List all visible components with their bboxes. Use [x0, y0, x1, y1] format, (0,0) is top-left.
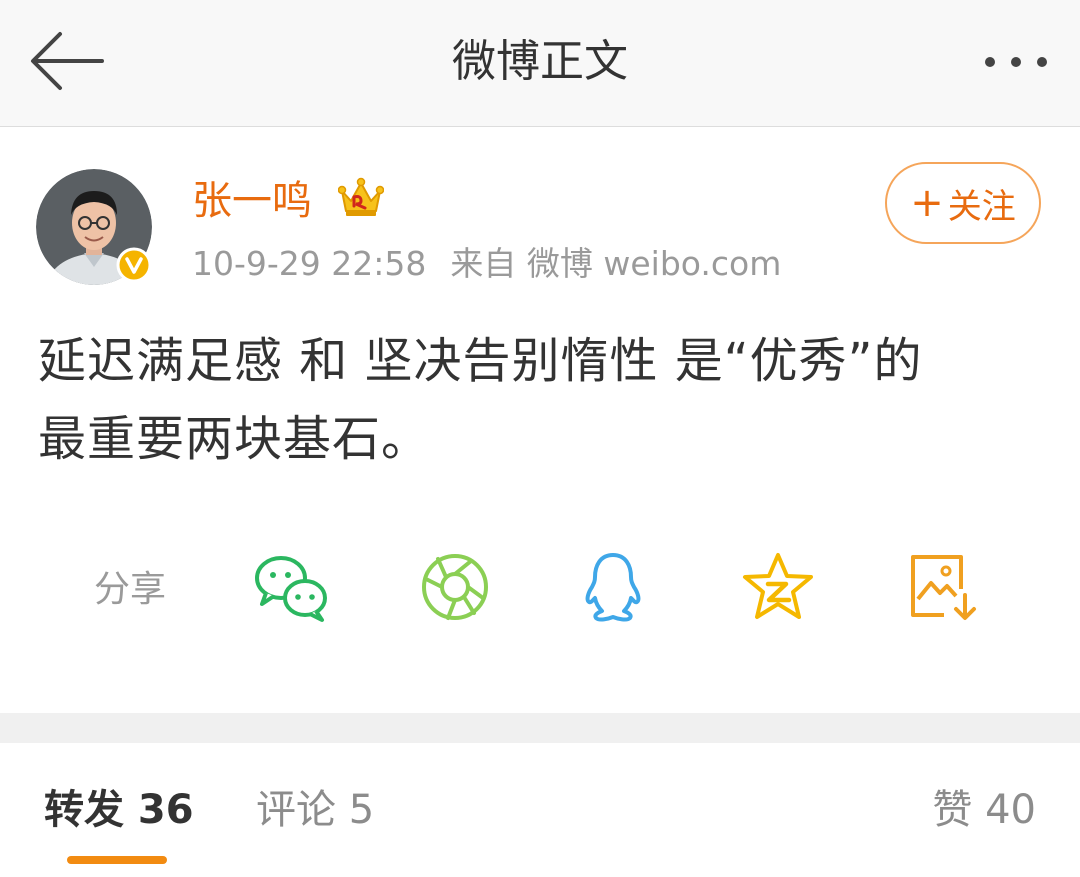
- share-label: 分享: [94, 569, 167, 610]
- save-image-button[interactable]: [904, 551, 982, 623]
- post-timestamp: 10-9-29 22:58: [192, 244, 427, 283]
- author-name[interactable]: 张一鸣: [192, 176, 312, 226]
- post-text: 延迟满足感 和 坚决告别惰性 是“优秀”的最重要两块基石。: [38, 333, 923, 467]
- plus-icon: +: [910, 180, 944, 226]
- more-button[interactable]: [980, 48, 1052, 76]
- avatar[interactable]: [36, 169, 152, 285]
- follow-label: 关注: [947, 186, 1016, 227]
- more-dots-icon: [985, 57, 1047, 67]
- share-moments-button[interactable]: [416, 551, 494, 623]
- share-qzone-button[interactable]: [739, 551, 817, 623]
- page-title: 微博正文: [452, 36, 628, 87]
- wechat-icon: [255, 556, 327, 622]
- moments-icon: [422, 554, 488, 620]
- qzone-icon: [743, 553, 813, 619]
- active-tab-indicator: [67, 856, 167, 864]
- crown-icon: [338, 177, 384, 216]
- top-navigation-bar: 微博正文: [0, 0, 1080, 127]
- verified-v-icon: [116, 247, 152, 283]
- tab-like[interactable]: 赞 40: [932, 784, 1036, 836]
- follow-button[interactable]: + 关注: [885, 162, 1041, 244]
- share-qq-button[interactable]: [574, 551, 652, 623]
- share-wechat-button[interactable]: [252, 551, 330, 623]
- post-meta: 10-9-29 22:58 来自 微博 weibo.com: [192, 242, 781, 286]
- section-divider: [0, 713, 1080, 743]
- tab-comment[interactable]: 评论 5: [256, 784, 374, 836]
- qq-icon: [585, 553, 641, 622]
- tab-repost[interactable]: 转发 36: [44, 784, 194, 836]
- save-image-icon: [911, 555, 976, 620]
- post-source: 来自 微博 weibo.com: [450, 244, 782, 283]
